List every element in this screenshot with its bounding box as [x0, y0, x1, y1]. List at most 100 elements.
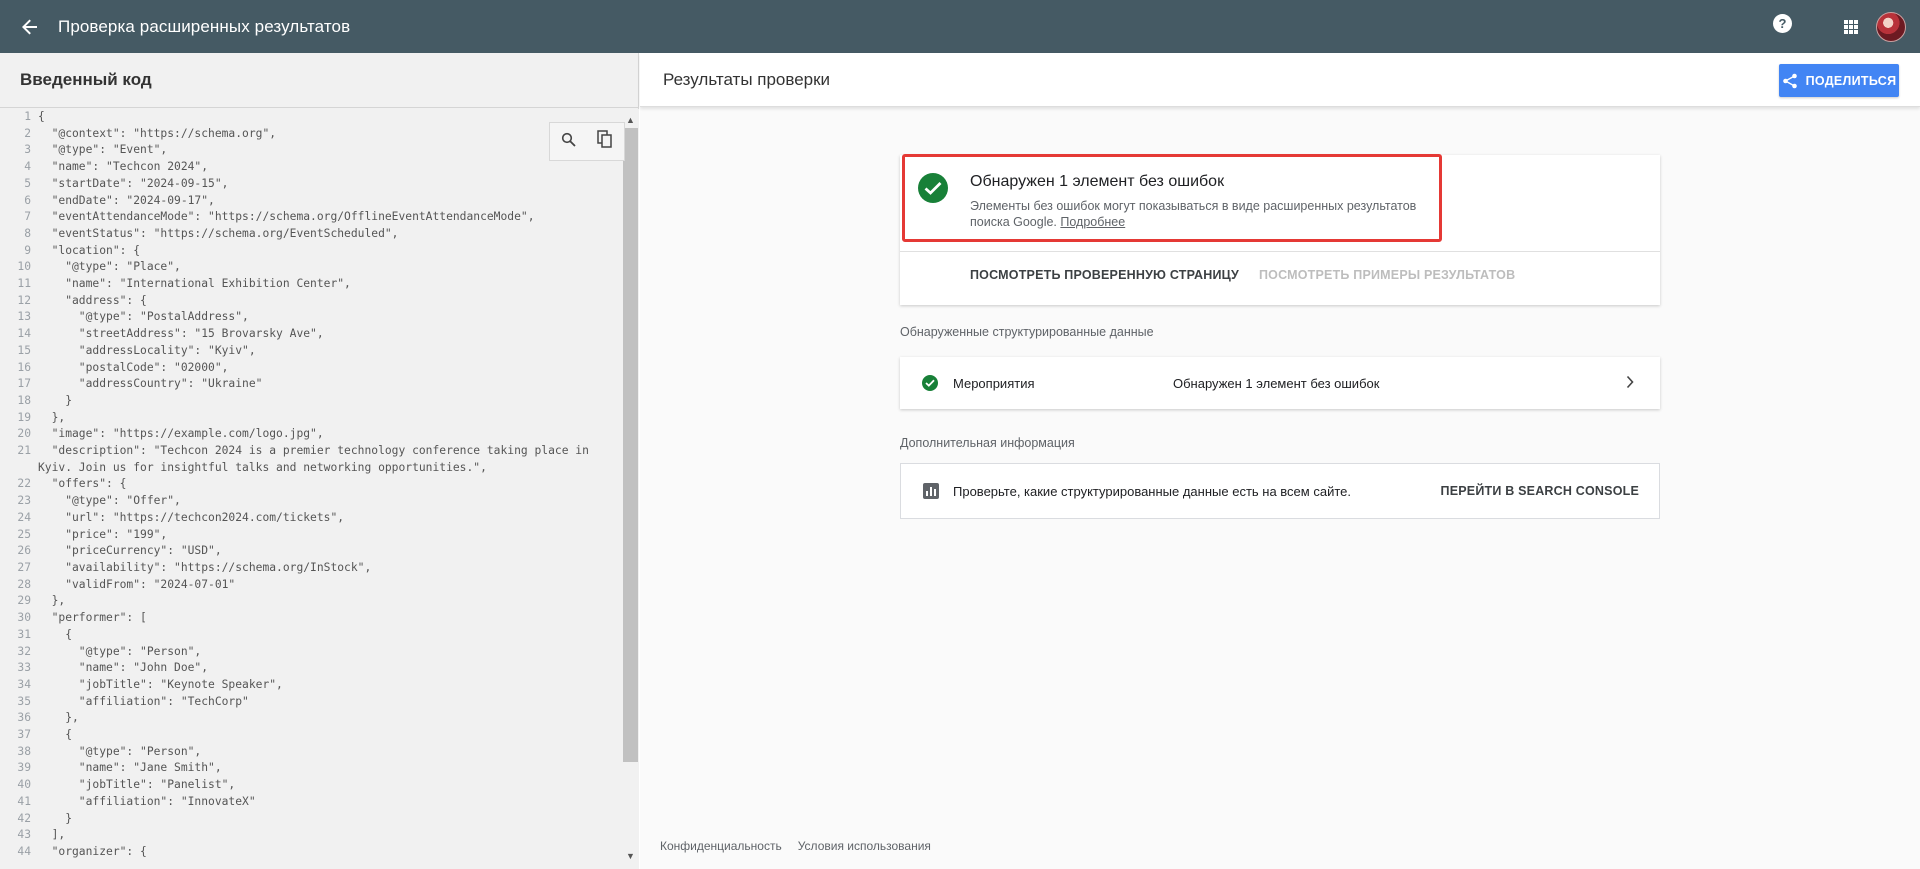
line-number: 28: [17, 577, 31, 591]
code-line: 31 {: [0, 627, 622, 644]
additional-info-label: Дополнительная информация: [900, 436, 1075, 450]
code-text: "@type": "Person",: [38, 644, 202, 658]
code-text: },: [38, 594, 66, 608]
line-number: 12: [17, 293, 31, 307]
open-search-console-link[interactable]: ПЕРЕЙТИ В SEARCH CONSOLE: [1441, 484, 1639, 498]
code-text: "jobTitle": "Keynote Speaker",: [38, 677, 283, 691]
code-line: 14 "streetAddress": "15 Brovarsky Ave",: [0, 326, 622, 343]
code-line: 20 "image": "https://example.com/logo.jp…: [0, 426, 622, 443]
scroll-down-arrow-icon[interactable]: ▼: [624, 850, 637, 862]
code-scrollbar-thumb[interactable]: [623, 128, 638, 762]
code-line: 28 "validFrom": "2024-07-01": [0, 577, 622, 594]
code-line: 9 "location": {: [0, 243, 622, 260]
line-number: 10: [17, 260, 31, 274]
code-text: "name": "Techcon 2024",: [38, 160, 209, 174]
code-text: "endDate": "2024-09-17",: [38, 193, 215, 207]
structured-data-item-events[interactable]: Мероприятия Обнаружен 1 элемент без ошиб…: [900, 357, 1660, 409]
share-button[interactable]: ПОДЕЛИТЬСЯ: [1779, 64, 1899, 97]
scroll-up-arrow-icon[interactable]: ▲: [624, 114, 637, 126]
line-number: 17: [17, 377, 31, 391]
line-number: 37: [17, 728, 31, 742]
privacy-link[interactable]: Конфиденциальность: [660, 839, 782, 853]
code-line: 33 "name": "John Doe",: [0, 660, 622, 677]
line-number: 39: [17, 761, 31, 775]
line-number: 35: [17, 694, 31, 708]
code-text: "image": "https://example.com/logo.jpg",: [38, 427, 324, 441]
line-number: 43: [17, 828, 31, 842]
code-line: 30 "performer": [: [0, 610, 622, 627]
code-line: Kyiv. Join us for insightful talks and n…: [0, 460, 622, 477]
footer: Конфиденциальность Условия использования: [660, 839, 947, 853]
code-line: 16 "postalCode": "02000",: [0, 360, 622, 377]
view-tested-page-button[interactable]: ПОСМОТРЕТЬ ПРОВЕРЕННУЮ СТРАНИЦУ: [970, 268, 1239, 282]
code-text: },: [38, 711, 79, 725]
line-number: 42: [17, 811, 31, 825]
result-summary-card: Обнаружен 1 элемент без ошибок Элементы …: [900, 154, 1660, 305]
code-line: 2 "@context": "https://schema.org",: [0, 126, 622, 143]
code-line: 18 }: [0, 393, 622, 410]
code-line: 32 "@type": "Person",: [0, 644, 622, 661]
code-line: 38 "@type": "Person",: [0, 744, 622, 761]
terms-link[interactable]: Условия использования: [798, 839, 931, 853]
code-editor[interactable]: 1 {2 "@context": "https://schema.org", 3 "…: [0, 109, 622, 869]
apps-grid-icon[interactable]: [1844, 19, 1858, 34]
view-result-examples-button: ПОСМОТРЕТЬ ПРИМЕРЫ РЕЗУЛЬТАТОВ: [1258, 268, 1516, 282]
code-line: 21 "description": "Techcon 2024 is a pre…: [0, 443, 622, 460]
avatar[interactable]: [1876, 11, 1906, 42]
line-number: 5: [24, 176, 31, 190]
line-number: 32: [17, 644, 31, 658]
code-line: 41 "affiliation": "InnovateX": [0, 794, 622, 811]
code-text: },: [38, 410, 66, 424]
code-line: 4 "name": "Techcon 2024",: [0, 159, 622, 176]
line-number: 44: [17, 844, 31, 858]
line-number: 40: [17, 778, 31, 792]
page-title: Проверка расширенных результатов: [58, 16, 351, 36]
line-number: 25: [17, 527, 31, 541]
copy-icon[interactable]: [597, 130, 613, 153]
bar-chart-icon: [923, 483, 939, 499]
line-number: 16: [17, 360, 31, 374]
line-number: 33: [17, 661, 31, 675]
back-arrow-icon[interactable]: [18, 15, 42, 39]
highlight-box: [902, 154, 1442, 242]
code-line: 23 "@type": "Offer",: [0, 493, 622, 510]
line-number: 34: [17, 677, 31, 691]
share-icon: [1782, 73, 1797, 88]
line-number: 11: [17, 277, 31, 291]
code-text: "@type": "PostalAddress",: [38, 310, 249, 324]
code-line: 11 "name": "International Exhibition Cen…: [0, 276, 622, 293]
line-number: 3: [24, 143, 31, 157]
code-panel-title: Введенный код: [0, 53, 638, 108]
code-line: 13 "@type": "PostalAddress",: [0, 309, 622, 326]
structured-data-label: Обнаруженные структурированные данные: [900, 325, 1154, 339]
code-text: "availability": "https://schema.org/InSt…: [38, 560, 372, 574]
app-bar: Проверка расширенных результатов ?: [0, 0, 1920, 53]
chevron-right-icon: [1626, 375, 1634, 389]
code-text: "location": {: [38, 243, 141, 257]
line-number: 9: [24, 243, 31, 257]
code-text: "address": {: [38, 293, 147, 307]
code-text: {: [38, 627, 73, 641]
code-line: 43 ],: [0, 827, 622, 844]
line-number: 4: [24, 160, 31, 174]
code-text: "affiliation": "InnovateX": [38, 794, 256, 808]
line-number: 15: [17, 343, 31, 357]
code-text: "addressCountry": "Ukraine": [38, 377, 263, 391]
code-text: "postalCode": "02000",: [38, 360, 229, 374]
code-line: 40 "jobTitle": "Panelist",: [0, 777, 622, 794]
line-number: 14: [17, 327, 31, 341]
code-text: "eventAttendanceMode": "https://schema.o…: [38, 210, 535, 224]
code-line: 34 "jobTitle": "Keynote Speaker",: [0, 677, 622, 694]
code-line: 19 },: [0, 410, 622, 427]
code-line: 6 "endDate": "2024-09-17",: [0, 193, 622, 210]
code-text: {: [38, 110, 45, 123]
info-text: Проверьте, какие структурированные данны…: [953, 483, 1351, 499]
code-line: 42 }: [0, 811, 622, 828]
code-text: "description": "Techcon 2024 is a premie…: [38, 444, 589, 458]
help-icon[interactable]: ?: [1773, 14, 1792, 33]
line-number: 1: [24, 110, 31, 123]
code-text: "@context": "https://schema.org",: [38, 126, 277, 140]
search-icon[interactable]: [561, 132, 576, 152]
code-text: "startDate": "2024-09-15",: [38, 176, 229, 190]
code-line: 12 "address": {: [0, 293, 622, 310]
